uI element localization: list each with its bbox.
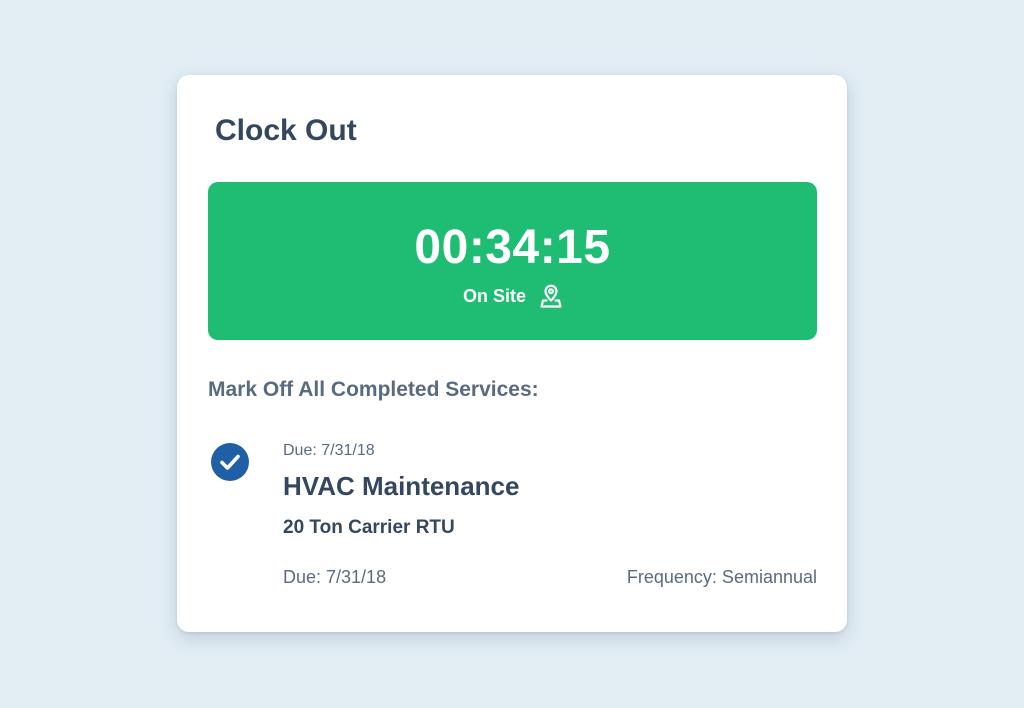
service-name: HVAC Maintenance <box>283 471 520 501</box>
service-due-footer: Due: 7/31/18 <box>283 567 387 587</box>
service-frequency: Frequency: Semiannual <box>626 567 817 587</box>
service-complete-checkbox[interactable] <box>211 443 249 481</box>
elapsed-time: 00:34:15 <box>414 221 611 274</box>
timer-panel: 00:34:15 On Site <box>208 182 817 340</box>
card-title: Clock Out <box>215 114 357 147</box>
checkmark-circle-icon <box>211 443 249 484</box>
services-section-label: Mark Off All Completed Services: <box>208 378 539 401</box>
map-pin-icon <box>540 284 562 308</box>
site-status-label: On Site <box>462 286 526 306</box>
service-item: Due: 7/31/18 HVAC Maintenance 20 Ton Car… <box>208 437 817 597</box>
site-status: On Site <box>208 284 817 308</box>
service-due-date: Due: 7/31/18 <box>283 442 375 459</box>
clock-out-card: Clock Out 00:34:15 On Site Mark Off All … <box>177 75 847 632</box>
service-equipment: 20 Ton Carrier RTU <box>283 517 455 538</box>
